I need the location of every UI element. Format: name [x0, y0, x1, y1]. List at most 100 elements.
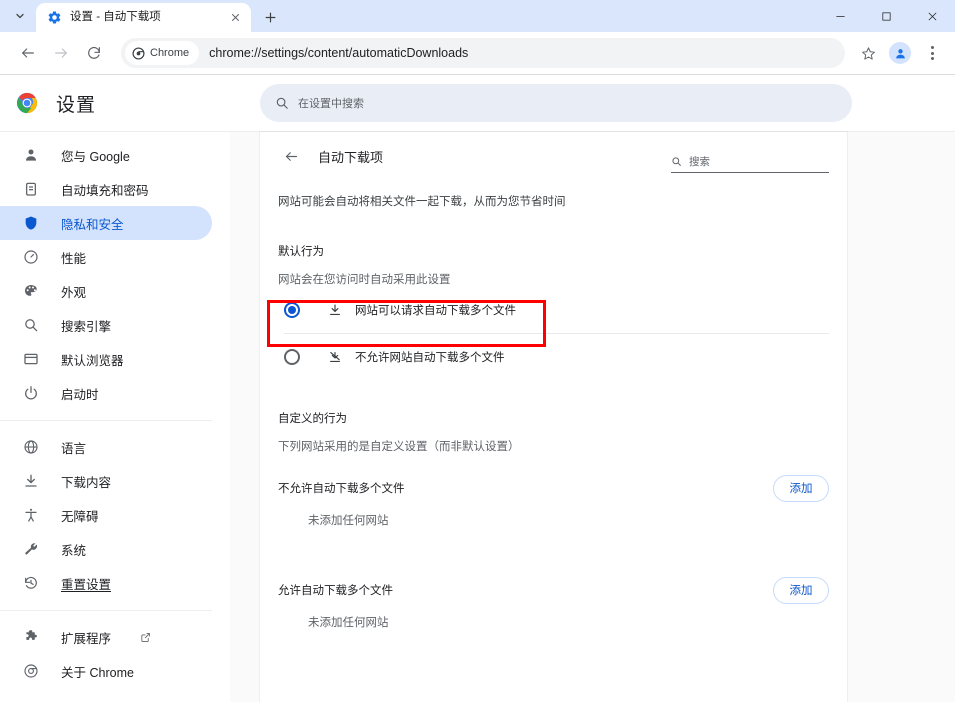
- speedometer-icon: [22, 249, 40, 265]
- sidebar-item-label: 性能: [61, 251, 87, 266]
- content-search-input[interactable]: 搜索: [671, 154, 829, 173]
- star-icon[interactable]: [853, 38, 883, 68]
- custom-behavior-block: 自定义的行为 下列网站采用的是自定义设置（而非默认设置） 不允许自动下载多个文件…: [278, 410, 829, 630]
- menu-dots: [930, 46, 934, 60]
- title-bar: 设置 - 自动下载项: [0, 0, 955, 32]
- settings-search-input[interactable]: 在设置中搜索: [260, 84, 852, 122]
- sidebar-item-label: 下载内容: [61, 475, 112, 490]
- tab-search-button[interactable]: [6, 3, 34, 29]
- custom-behavior-sub: 下列网站采用的是自定义设置（而非默认设置）: [278, 441, 520, 454]
- sidebar-item-label: 外观: [61, 285, 87, 300]
- reload-icon[interactable]: [79, 38, 109, 68]
- sidebar-item-extensions[interactable]: 扩展程序: [0, 620, 212, 654]
- puzzle-icon: [22, 629, 40, 645]
- sidebar-item-label: 启动时: [61, 387, 99, 402]
- download-icon: [22, 473, 40, 489]
- add-button-block[interactable]: 添加: [773, 474, 829, 502]
- chrome-logo-icon: [132, 46, 145, 60]
- sidebar-divider: [0, 610, 212, 611]
- history-icon: [22, 575, 40, 591]
- shield-icon: [22, 215, 40, 231]
- sidebar-item-label: 搜索引擎: [61, 319, 112, 334]
- sidebar-item-on-startup[interactable]: 启动时: [0, 376, 212, 410]
- profile-avatar[interactable]: [885, 38, 915, 68]
- sidebar-item-system[interactable]: 系统: [0, 532, 212, 566]
- site-list-empty-note: 未添加任何网站: [308, 617, 389, 630]
- content-description: 网站可能会自动将相关文件一起下载，从而为您节省时间: [278, 196, 566, 208]
- globe-icon: [22, 439, 40, 455]
- sidebar-item-about-chrome[interactable]: 关于 Chrome: [0, 654, 212, 688]
- settings-brand: 设置: [0, 90, 230, 117]
- sidebar-item-label: 您与 Google: [61, 149, 130, 164]
- settings-header: 设置 在设置中搜索: [0, 75, 955, 131]
- radio-option-label: 网站可以请求自动下载多个文件: [355, 305, 516, 318]
- sidebar-item-appearance[interactable]: 外观: [0, 274, 212, 308]
- avatar-icon: [889, 42, 911, 64]
- sidebar-item-privacy-security[interactable]: 隐私和安全: [0, 206, 212, 240]
- site-list-allow-header: 允许自动下载多个文件 添加: [278, 568, 829, 612]
- settings-sidebar: 您与 Google 自动填充和密码 隐私和安全 性能 外观 搜索引擎 默认浏览器…: [0, 131, 230, 702]
- sidebar-item-autofill-passwords[interactable]: 自动填充和密码: [0, 172, 212, 206]
- sidebar-item-label: 重置设置: [61, 577, 112, 592]
- sidebar-item-performance[interactable]: 性能: [0, 240, 212, 274]
- browser-toolbar: Chrome chrome://settings/content/automat…: [0, 32, 955, 74]
- sidebar-item-label: 关于 Chrome: [61, 665, 134, 680]
- maximize-icon[interactable]: [863, 0, 909, 32]
- accessibility-icon: [22, 507, 40, 523]
- radio-button-selected[interactable]: [284, 302, 300, 319]
- settings-gear-icon: [47, 10, 62, 25]
- content-card: 自动下载项 搜索 网站可能会自动将相关文件一起下载，从而为您节省时间 默认行为 …: [260, 132, 847, 702]
- site-list-block-header: 不允许自动下载多个文件 添加: [278, 466, 829, 510]
- new-tab-button[interactable]: [257, 4, 283, 30]
- site-list-label: 允许自动下载多个文件: [278, 585, 393, 598]
- person-icon: [22, 147, 40, 163]
- download-off-icon: [326, 350, 344, 364]
- sidebar-item-you-and-google[interactable]: 您与 Google: [0, 138, 212, 172]
- page-title: 设置: [56, 94, 97, 116]
- settings-page: 设置 在设置中搜索 您与 Google 自动填充和密码 隐私和安全 性能 外观 …: [0, 75, 955, 702]
- add-button-allow[interactable]: 添加: [773, 576, 829, 604]
- chrome-logo-icon: [16, 92, 38, 114]
- radio-option-block[interactable]: 不允许网站自动下载多个文件: [278, 334, 829, 380]
- address-bar[interactable]: Chrome chrome://settings/content/automat…: [121, 38, 845, 68]
- clipboard-icon: [22, 181, 40, 197]
- sidebar-item-accessibility[interactable]: 无障碍: [0, 498, 212, 532]
- content-card-header: 自动下载项 搜索: [278, 132, 829, 180]
- settings-search-placeholder: 在设置中搜索: [298, 98, 364, 110]
- sidebar-item-default-browser[interactable]: 默认浏览器: [0, 342, 212, 376]
- sidebar-item-downloads[interactable]: 下载内容: [0, 464, 212, 498]
- sidebar-item-label: 无障碍: [61, 509, 99, 524]
- sidebar-item-search-engine[interactable]: 搜索引擎: [0, 308, 212, 342]
- close-icon[interactable]: [227, 10, 243, 26]
- sidebar-item-label: 隐私和安全: [61, 217, 124, 232]
- sidebar-item-languages[interactable]: 语言: [0, 430, 212, 464]
- radio-option-allow[interactable]: 网站可以请求自动下载多个文件: [278, 287, 829, 333]
- tab-title: 设置 - 自动下载项: [70, 11, 161, 23]
- power-icon: [22, 385, 40, 401]
- radio-button-unselected[interactable]: [284, 349, 300, 366]
- address-bar-url: chrome://settings/content/automaticDownl…: [209, 46, 469, 60]
- back-arrow-icon[interactable]: [278, 143, 304, 169]
- download-icon: [326, 303, 344, 317]
- site-list-empty-note: 未添加任何网站: [308, 515, 389, 528]
- external-link-icon: [140, 632, 151, 643]
- sidebar-item-reset-settings[interactable]: 重置设置: [0, 566, 212, 600]
- chrome-origin-chip[interactable]: Chrome: [125, 41, 200, 65]
- site-list-label: 不允许自动下载多个文件: [278, 483, 405, 496]
- three-dots-icon[interactable]: [917, 38, 947, 68]
- back-icon[interactable]: [13, 38, 43, 68]
- chrome-chip-label: Chrome: [150, 47, 190, 59]
- sidebar-item-label: 扩展程序: [61, 631, 112, 646]
- settings-content: 自动下载项 搜索 网站可能会自动将相关文件一起下载，从而为您节省时间 默认行为 …: [230, 131, 955, 702]
- custom-behavior-label: 自定义的行为: [278, 413, 347, 426]
- forward-icon[interactable]: [46, 38, 76, 68]
- content-title: 自动下载项: [318, 149, 384, 165]
- wrench-icon: [22, 541, 40, 557]
- sidebar-item-label: 系统: [61, 543, 87, 558]
- sidebar-divider: [0, 420, 212, 421]
- window-close-icon[interactable]: [909, 0, 955, 32]
- minimize-icon[interactable]: [817, 0, 863, 32]
- browser-tab-active[interactable]: 设置 - 自动下载项: [36, 3, 251, 32]
- sidebar-item-label: 语言: [61, 441, 87, 456]
- sidebar-item-label: 自动填充和密码: [61, 183, 149, 198]
